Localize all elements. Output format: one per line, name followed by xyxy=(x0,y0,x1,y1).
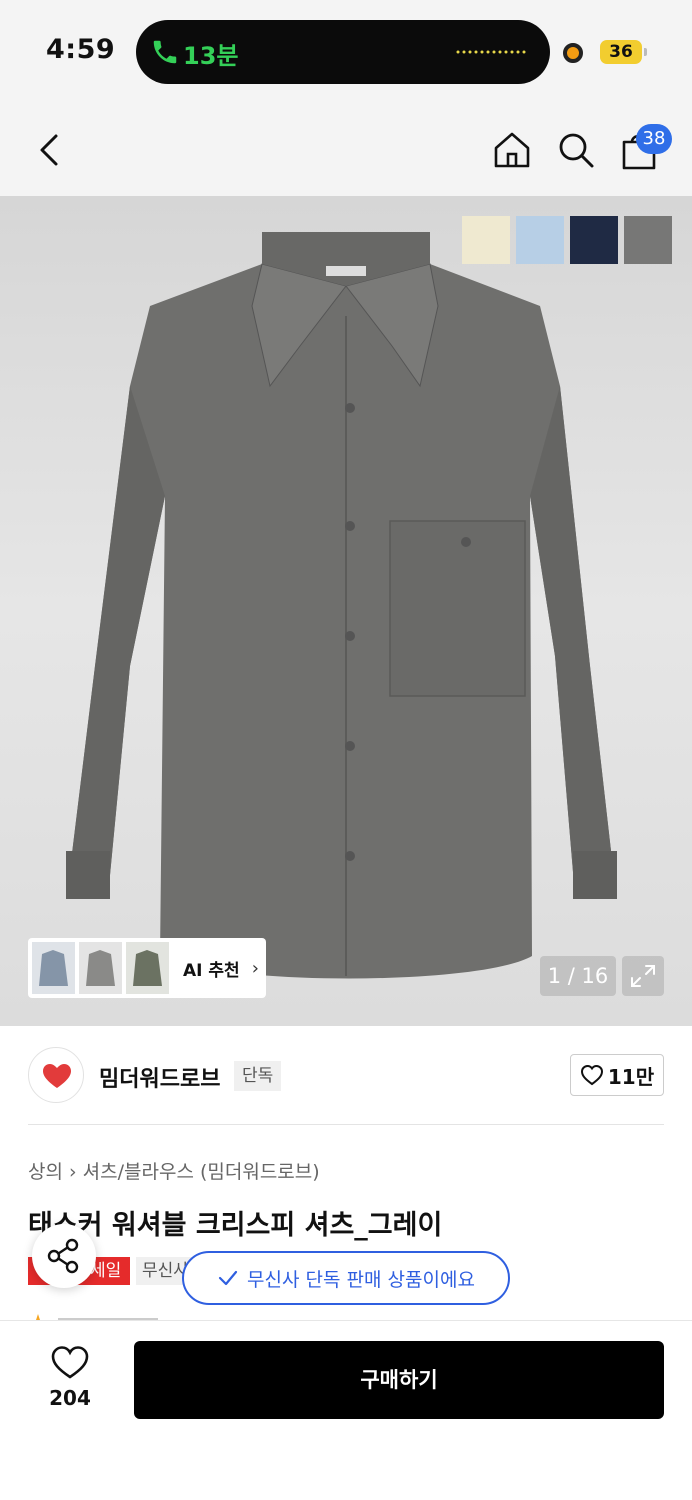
breadcrumb-category[interactable]: 상의 xyxy=(28,1161,63,1183)
battery-tip xyxy=(644,48,647,56)
color-swatches xyxy=(462,216,672,264)
exclusive-sale-toast: 무신사 단독 판매 상품이에요 xyxy=(182,1251,510,1305)
breadcrumb-separator-icon: › xyxy=(69,1161,83,1183)
brand-like-count: 11만 xyxy=(607,1064,655,1089)
cart-count-badge: 38 xyxy=(636,124,672,154)
search-icon[interactable] xyxy=(554,128,598,172)
swatch-cream[interactable] xyxy=(462,216,510,264)
home-icon[interactable] xyxy=(490,128,534,172)
swatch-navy[interactable] xyxy=(570,216,618,264)
breadcrumb-subcategory[interactable]: 셔츠/블라우스 (밈더워드로브) xyxy=(83,1161,320,1183)
brand-logo[interactable] xyxy=(28,1047,84,1103)
dynamic-island[interactable]: 13분 xyxy=(136,20,550,84)
divider xyxy=(28,1124,664,1125)
heart-outline-icon xyxy=(580,1064,603,1086)
check-icon xyxy=(218,1270,238,1286)
swatch-sky-blue[interactable] xyxy=(516,216,564,264)
product-image xyxy=(66,232,617,979)
wishlist-count: 204 xyxy=(49,1386,91,1410)
swatch-gray[interactable] xyxy=(624,216,672,264)
share-button[interactable] xyxy=(32,1224,96,1288)
ai-recommend-chip[interactable]: AI 추천 › xyxy=(28,938,266,998)
brand-like-button[interactable]: 11만 xyxy=(570,1054,664,1096)
top-nav-bar xyxy=(0,100,692,196)
ai-recommend-label: AI 추천 xyxy=(183,960,240,981)
breadcrumb: 상의 › 셔츠/블라우스 (밈더워드로브) xyxy=(28,1157,320,1184)
expand-icon[interactable] xyxy=(622,956,664,996)
brand-name[interactable]: 밈더워드로브 xyxy=(99,1061,220,1093)
product-image-gallery[interactable]: AI 추천 › 1 / 16 xyxy=(0,196,692,1026)
ai-thumb-1 xyxy=(32,942,75,994)
battery-indicator: 36 xyxy=(600,40,642,64)
status-bar: 4:59 13분 36 xyxy=(0,0,692,100)
back-arrow-icon[interactable] xyxy=(30,130,70,170)
status-time: 4:59 xyxy=(46,34,116,65)
call-duration: 13분 xyxy=(183,42,239,70)
share-icon xyxy=(47,1238,79,1274)
phone-icon xyxy=(153,40,177,64)
toast-text: 무신사 단독 판매 상품이에요 xyxy=(247,1268,475,1291)
ai-thumb-3 xyxy=(126,942,169,994)
buy-button[interactable]: 구매하기 xyxy=(134,1341,664,1419)
exclusive-badge: 단독 xyxy=(234,1061,282,1091)
recording-indicator-icon xyxy=(563,43,583,63)
audio-wave-icon xyxy=(456,50,526,54)
image-counter: 1 / 16 xyxy=(540,956,616,996)
wishlist-heart-icon[interactable] xyxy=(50,1344,90,1380)
chevron-right-icon: › xyxy=(251,957,259,979)
ai-thumb-2 xyxy=(79,942,122,994)
